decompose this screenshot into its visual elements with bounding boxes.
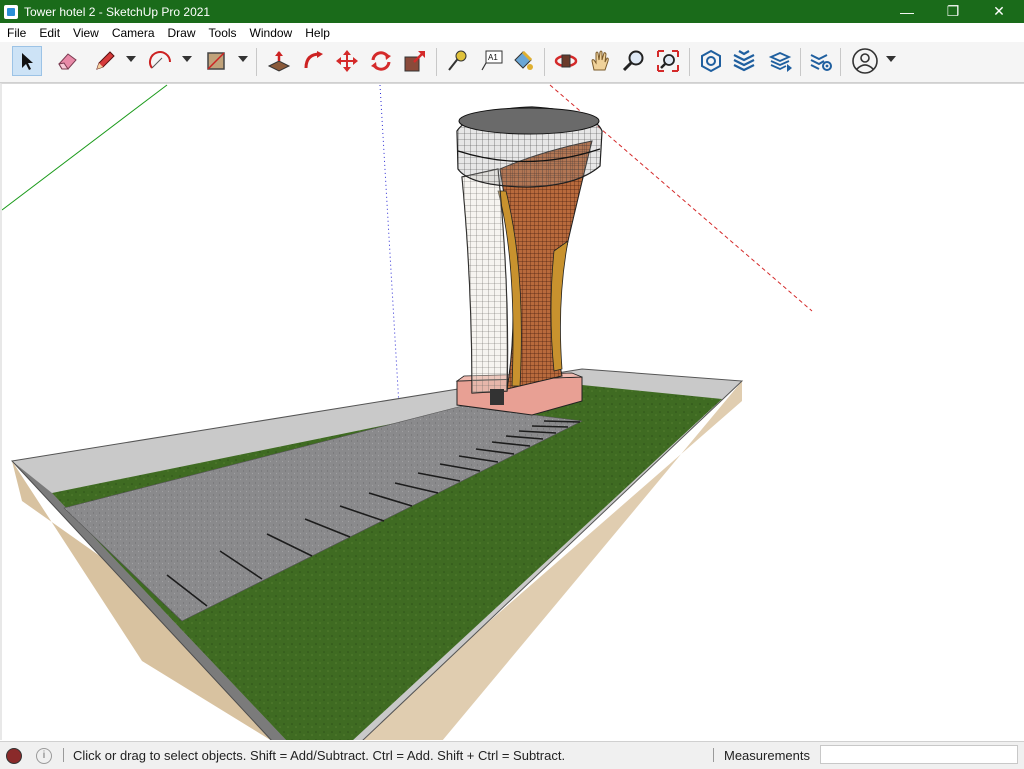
move-icon [336,50,358,72]
model-viewport[interactable] [0,83,1024,740]
menu-file[interactable]: File [0,26,32,40]
move-tool-button[interactable] [332,46,362,76]
pencil-dropdown-icon[interactable] [126,56,136,62]
close-button[interactable]: ✕ [976,0,1022,23]
menu-help[interactable]: Help [298,26,336,40]
window-title: Tower hotel 2 - SketchUp Pro 2021 [24,4,211,19]
eraser-icon [58,53,77,70]
status-separator [63,748,64,762]
zoom-tool-button[interactable] [619,46,649,76]
send-to-layout-button[interactable] [766,46,796,76]
model-scene [2,84,813,740]
profile-button[interactable] [850,46,880,76]
paint-bucket-icon [514,50,533,70]
toolbar-separator [689,48,690,76]
info-icon[interactable]: i [36,748,52,764]
tower-roof [458,107,600,135]
menu-camera[interactable]: Camera [105,26,161,40]
eraser-tool-button[interactable] [52,46,82,76]
svg-text:A1: A1 [488,53,498,62]
measurements-label: Measurements [724,748,810,763]
arc-tool-button[interactable] [146,46,176,76]
rectangle-tool-button[interactable] [201,46,231,76]
maximize-button[interactable]: ❐ [930,0,976,23]
orbit-tool-button[interactable] [551,46,581,76]
warehouse-icon [701,49,721,73]
menu-tools[interactable]: Tools [202,26,243,40]
select-tool-button[interactable] [12,46,42,76]
paint-bucket-tool-button[interactable] [508,46,538,76]
extension-warehouse-icon [733,50,755,72]
follow-me-tool-button[interactable] [298,46,328,76]
profile-dropdown-icon[interactable] [886,56,896,62]
tower-gold-fin [550,240,569,372]
3d-warehouse-button[interactable] [696,46,726,76]
pencil-tool-button[interactable] [90,46,120,76]
push-pull-tool-button[interactable] [264,46,294,76]
menu-draw[interactable]: Draw [161,26,202,40]
tape-measure-icon [448,50,467,71]
toolbar-separator [436,48,437,76]
title-bar: Tower hotel 2 - SketchUp Pro 2021 — ❐ ✕ [0,0,1024,23]
tower-entrance [490,389,504,405]
green-axis [2,84,168,211]
menu-window[interactable]: Window [243,26,299,40]
arc-icon [149,51,171,69]
status-separator [713,748,714,762]
menu-view[interactable]: View [66,26,105,40]
layout-send-icon [768,52,792,72]
pencil-icon [96,51,115,70]
status-hint: Click or drag to select objects. Shift =… [73,748,566,763]
profile-icon [852,48,878,74]
rotate-icon [371,51,391,71]
extension-manager-button[interactable] [806,46,836,76]
zoom-extents-tool-button[interactable] [653,46,683,76]
arc-dropdown-icon[interactable] [182,56,192,62]
zoom-extents-icon [657,50,679,72]
minimize-button[interactable]: — [884,0,930,23]
toolbar-separator [256,48,257,76]
push-pull-icon [267,51,291,72]
tape-measure-tool-button[interactable] [442,46,472,76]
extension-manager-icon [810,54,832,71]
text-tool-button[interactable]: A1 [476,46,506,76]
follow-me-icon [304,51,323,69]
toolbar-separator [800,48,801,76]
toolbar-separator [544,48,545,76]
extension-warehouse-button[interactable] [729,46,759,76]
geo-location-icon[interactable] [6,748,22,764]
pan-tool-button[interactable] [585,46,615,76]
select-arrow-icon [22,53,33,70]
menu-edit[interactable]: Edit [32,26,66,40]
toolbar-separator [840,48,841,76]
pan-hand-icon [591,50,609,71]
rotate-tool-button[interactable] [366,46,396,76]
orbit-icon [554,54,578,68]
sketchup-app-icon [4,4,18,19]
scale-tool-button[interactable] [400,46,430,76]
zoom-icon [622,50,644,72]
rectangle-icon [207,52,225,70]
toolbar: A1 [0,42,1024,83]
menu-bar: File Edit View Camera Draw Tools Window … [0,23,1024,42]
measurements-input[interactable] [820,745,1018,764]
rectangle-dropdown-icon[interactable] [238,56,248,62]
status-bar: i Click or drag to select objects. Shift… [0,741,1024,769]
scale-icon [404,51,425,72]
text-tool-icon: A1 [481,50,503,71]
